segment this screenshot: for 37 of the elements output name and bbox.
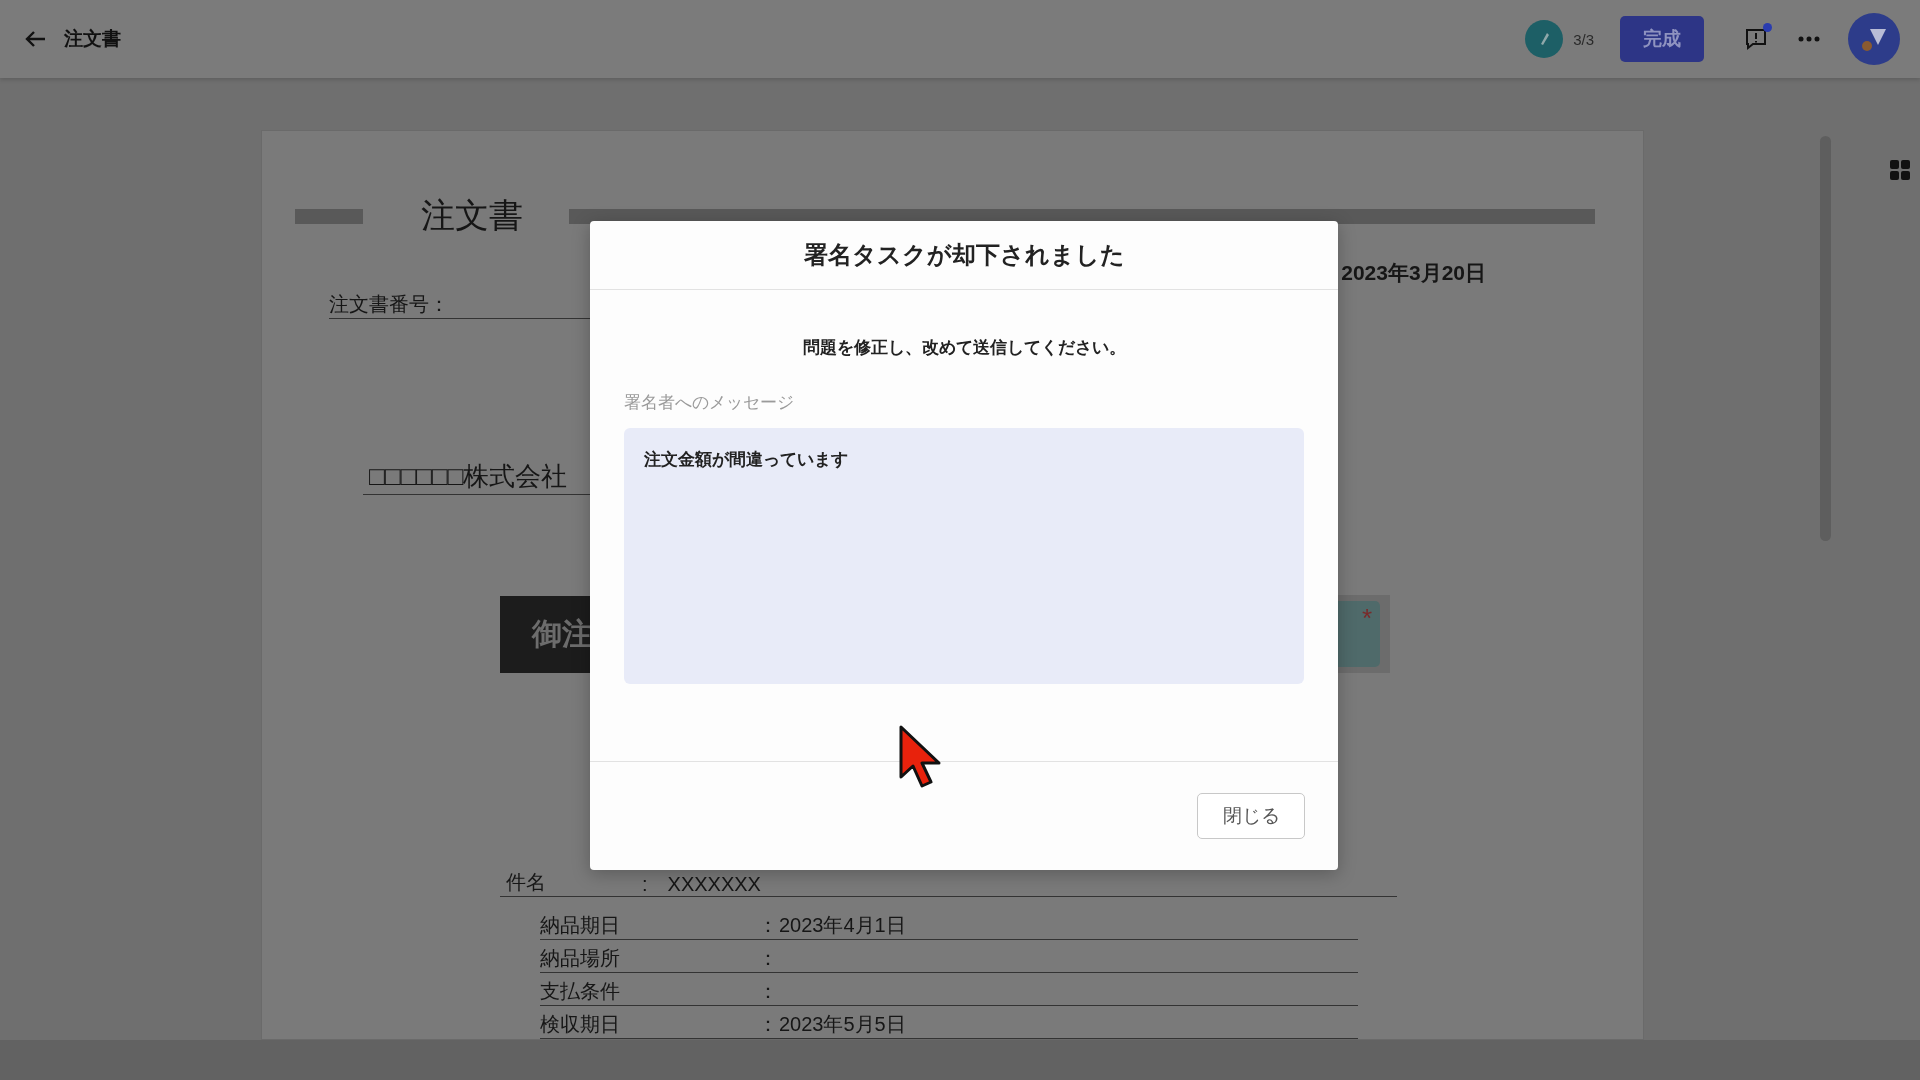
redacted-bar [295, 208, 363, 224]
mouse-pointer-icon [898, 724, 942, 790]
message-field[interactable]: 注文金額が間違っています [624, 428, 1304, 684]
grid-icon [1890, 160, 1910, 180]
field-label: 納品期日 [540, 913, 621, 938]
user-avatar-icon [1848, 13, 1900, 65]
document-heading: 注文書 [421, 195, 523, 236]
subject-value: XXXXXXX [667, 873, 761, 896]
field-separator: ： [758, 946, 779, 971]
order-number-label: 注文書番号： [329, 292, 449, 317]
field-value: 2023年5月5日 [779, 1012, 906, 1037]
dialog-title: 署名タスクが却下されました [803, 240, 1125, 270]
company-name: □□□□□□株式会社 [369, 460, 568, 493]
required-mark: * [1361, 605, 1372, 635]
subject-separator: : [642, 873, 648, 896]
comment-icon [1744, 27, 1768, 51]
grid-view-button[interactable] [1890, 160, 1910, 180]
field-separator: ： [758, 1012, 779, 1037]
issue-date: 2023年3月20日 [1341, 260, 1486, 286]
field-label: 納品場所 [540, 946, 621, 971]
field-separator: ： [758, 979, 779, 1004]
field-label: 支払条件 [540, 979, 621, 1004]
dialog-message: 問題を修正し、改めて送信してください。 [801, 337, 1127, 359]
more-icon [1798, 36, 1820, 42]
more-button[interactable] [1798, 36, 1820, 42]
signer-avatar-icon [1525, 20, 1564, 58]
field-label: 検収期日 [540, 1012, 621, 1037]
field-separator: ： [758, 913, 779, 938]
document-title: 注文書 [64, 27, 121, 51]
field-value: 2023年4月1日 [779, 913, 906, 938]
close-button[interactable]: 閉じる [1197, 793, 1305, 839]
progress-count: 3/3 [1573, 30, 1594, 48]
message-field-label: 署名者へのメッセージ [624, 392, 795, 414]
subject-label: 件名 [506, 870, 546, 895]
back-arrow-icon [24, 30, 46, 48]
complete-button[interactable]: 完成 [1620, 16, 1704, 62]
back-button[interactable] [24, 30, 46, 48]
